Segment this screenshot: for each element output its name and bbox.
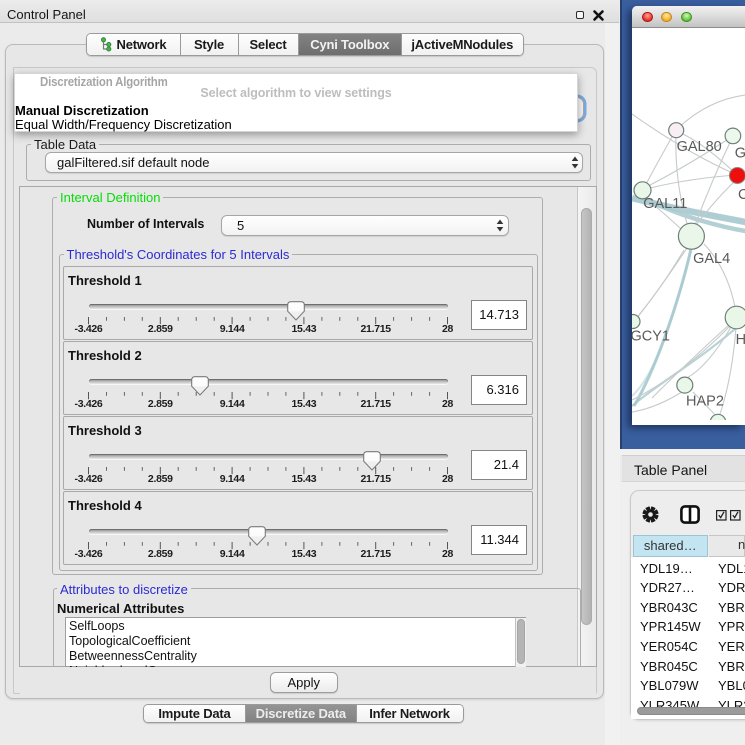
svg-text:HAP2: HAP2: [686, 394, 724, 410]
svg-text:C: C: [738, 187, 745, 203]
svg-text:GAL11: GAL11: [643, 196, 687, 212]
svg-text:GAL80: GAL80: [676, 139, 721, 155]
svg-text:GCY1: GCY1: [632, 329, 670, 345]
svg-text:GA: GA: [734, 146, 745, 162]
svg-text:H: H: [735, 332, 745, 348]
svg-text:GAL4: GAL4: [693, 251, 730, 267]
